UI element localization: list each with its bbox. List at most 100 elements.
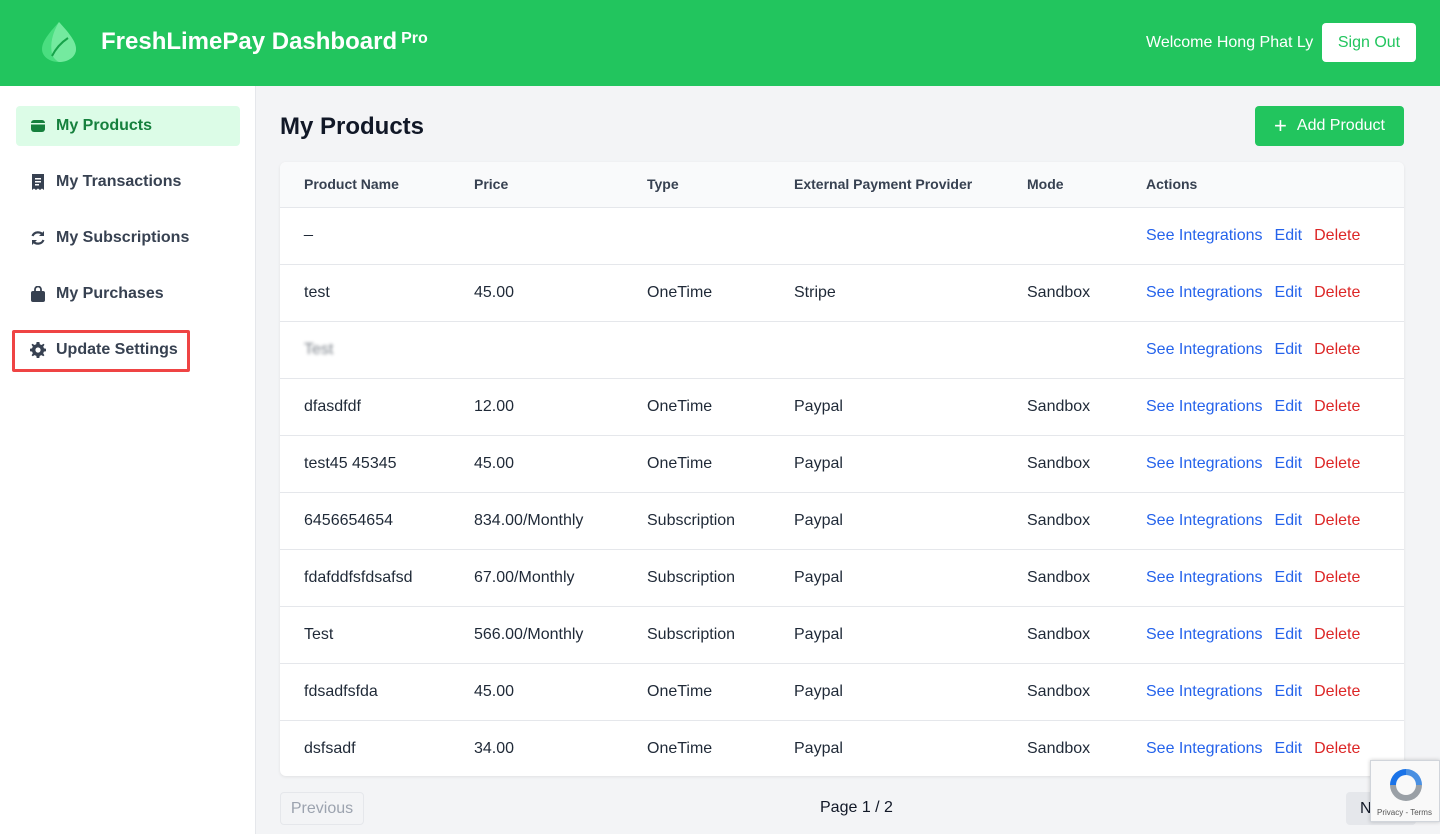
cell-actions: See Integrations Edit Delete — [1146, 378, 1404, 435]
delete-link[interactable]: Delete — [1314, 626, 1360, 643]
cell-provider: Paypal — [794, 454, 843, 472]
column-header: Product Name — [280, 162, 474, 208]
cell-type: Subscription — [647, 625, 736, 643]
edit-link[interactable]: Edit — [1275, 284, 1303, 301]
cell-provider — [794, 321, 1027, 378]
edit-link[interactable]: Edit — [1275, 683, 1303, 700]
cell-type — [647, 321, 794, 378]
cell-price: 45.00 — [474, 454, 515, 472]
see-integrations-link[interactable]: See Integrations — [1146, 227, 1263, 244]
welcome-text: Welcome Hong Phat Ly — [1146, 34, 1314, 51]
delete-link[interactable]: Delete — [1314, 398, 1360, 415]
cell-provider: Paypal — [794, 568, 843, 586]
table-row: fdafddfsfdsafsd 67.00/Monthly Subscription… — [280, 549, 1404, 606]
cell-name: Test — [304, 625, 334, 643]
recaptcha-badge[interactable]: Privacy - Terms — [1370, 760, 1440, 822]
sidebar-item-my-purchases[interactable]: My Purchases — [16, 274, 240, 314]
see-integrations-link[interactable]: See Integrations — [1146, 740, 1263, 757]
edit-link[interactable]: Edit — [1275, 512, 1303, 529]
edit-link[interactable]: Edit — [1275, 341, 1303, 358]
page-title: My Products — [280, 113, 425, 140]
sign-out-button[interactable]: Sign Out — [1322, 23, 1416, 62]
table-row: fdsadfsfda 45.00 OneTime Paypal Sandbox See I… — [280, 663, 1404, 720]
receipt-icon — [30, 174, 46, 190]
sidebar-item-my-transactions[interactable]: My Transactions — [16, 162, 240, 202]
page-indicator: Page 1 / 2 — [820, 799, 893, 816]
edit-link[interactable]: Edit — [1275, 740, 1303, 757]
cell-actions: See Integrations Edit Delete — [1146, 264, 1404, 321]
column-header: External Payment Provider — [794, 162, 1027, 208]
column-header: Type — [647, 162, 794, 208]
see-integrations-link[interactable]: See Integrations — [1146, 284, 1263, 301]
column-header: Mode — [1027, 162, 1146, 208]
cell-mode: Sandbox — [1027, 568, 1091, 586]
edit-link[interactable]: Edit — [1275, 455, 1303, 472]
delete-link[interactable]: Delete — [1314, 455, 1360, 472]
cell-type: OneTime — [647, 454, 713, 472]
delete-link[interactable]: Delete — [1314, 569, 1360, 586]
cell-provider: Paypal — [794, 397, 843, 415]
shopping-bag-icon — [30, 286, 46, 302]
sidebar-item-label: My Transactions — [56, 173, 182, 190]
cell-price — [474, 321, 647, 378]
edit-link[interactable]: Edit — [1275, 227, 1303, 244]
table-row: 6456654654 834.00/Monthly Subscription Payp… — [280, 492, 1404, 549]
add-product-button[interactable]: + Add Product — [1255, 106, 1404, 146]
cell-price: 566.00/Monthly — [474, 625, 584, 643]
previous-button[interactable]: Previous — [280, 792, 364, 825]
sidebar: My Products My Transactions My Subscript… — [0, 86, 256, 834]
cell-name: _ — [304, 219, 313, 237]
cell-mode: Sandbox — [1027, 682, 1091, 700]
plus-icon: + — [1274, 113, 1287, 138]
pro-badge: Pro — [401, 30, 428, 47]
cell-type: OneTime — [647, 739, 713, 757]
cell-mode: Sandbox — [1027, 511, 1091, 529]
box-icon — [30, 118, 46, 134]
cell-type: OneTime — [647, 682, 713, 700]
see-integrations-link[interactable]: See Integrations — [1146, 569, 1263, 586]
leaf-logo-icon — [42, 22, 76, 62]
edit-link[interactable]: Edit — [1275, 569, 1303, 586]
cell-price: 34.00 — [474, 739, 515, 757]
cell-actions: See Integrations Edit Delete — [1146, 207, 1404, 264]
delete-link[interactable]: Delete — [1314, 740, 1360, 757]
cell-type — [647, 207, 794, 264]
see-integrations-link[interactable]: See Integrations — [1146, 626, 1263, 643]
cell-price: 834.00/Monthly — [474, 511, 584, 529]
cell-name: test45 45345 — [304, 454, 397, 472]
table-row: Test See Integrations Edit Delete — [280, 321, 1404, 378]
sidebar-item-label: My Purchases — [56, 285, 164, 302]
cell-provider: Paypal — [794, 625, 843, 643]
cell-mode: Sandbox — [1027, 625, 1091, 643]
see-integrations-link[interactable]: See Integrations — [1146, 341, 1263, 358]
cell-provider — [794, 207, 1027, 264]
cell-mode — [1027, 321, 1146, 378]
see-integrations-link[interactable]: See Integrations — [1146, 683, 1263, 700]
add-product-label: Add Product — [1296, 117, 1385, 134]
cell-name: fdafddfsfdsafsd — [304, 568, 413, 586]
edit-link[interactable]: Edit — [1275, 626, 1303, 643]
cell-type: OneTime — [647, 283, 713, 301]
cell-actions: See Integrations Edit Delete — [1146, 435, 1404, 492]
delete-link[interactable]: Delete — [1314, 512, 1360, 529]
cell-name: fdsadfsfda — [304, 682, 378, 700]
column-header: Actions — [1146, 162, 1404, 208]
sidebar-item-my-subscriptions[interactable]: My Subscriptions — [16, 218, 240, 258]
delete-link[interactable]: Delete — [1314, 284, 1360, 301]
cell-price: 45.00 — [474, 682, 515, 700]
see-integrations-link[interactable]: See Integrations — [1146, 398, 1263, 415]
sidebar-item-label: My Subscriptions — [56, 229, 190, 246]
refresh-icon — [30, 230, 46, 246]
delete-link[interactable]: Delete — [1314, 341, 1360, 358]
edit-link[interactable]: Edit — [1275, 398, 1303, 415]
table-row: test45 45345 45.00 OneTime Paypal Sandbox See… — [280, 435, 1404, 492]
see-integrations-link[interactable]: See Integrations — [1146, 455, 1263, 472]
sidebar-item-my-products[interactable]: My Products — [16, 106, 240, 146]
delete-link[interactable]: Delete — [1314, 227, 1360, 244]
cell-type: Subscription — [647, 568, 736, 586]
cell-provider: Stripe — [794, 283, 836, 301]
delete-link[interactable]: Delete — [1314, 683, 1360, 700]
cell-actions: See Integrations Edit Delete — [1146, 492, 1404, 549]
table-row: dfasdfdf 12.00 OneTime Paypal Sandbox See Int… — [280, 378, 1404, 435]
see-integrations-link[interactable]: See Integrations — [1146, 512, 1263, 529]
